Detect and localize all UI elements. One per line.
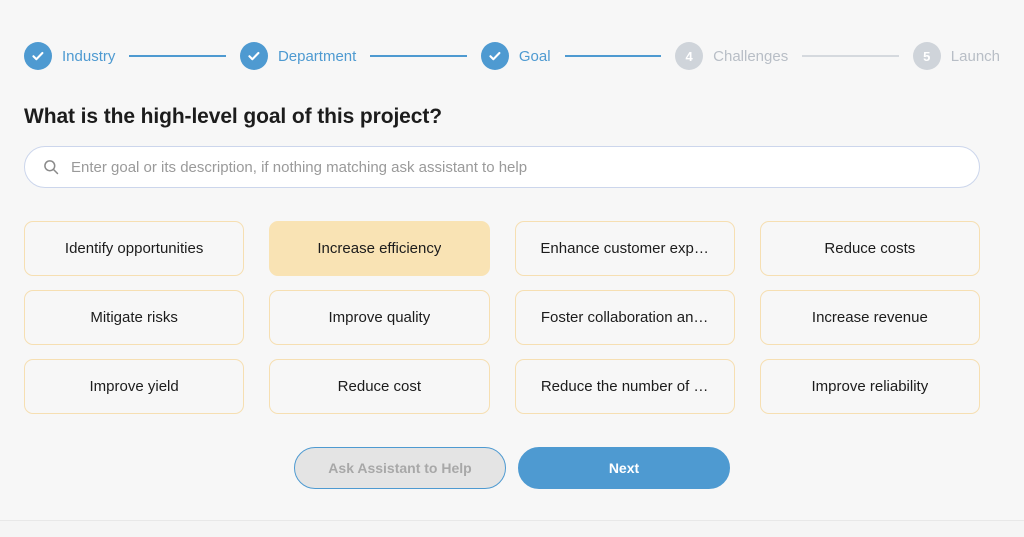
stepper-connector bbox=[129, 55, 226, 57]
goal-option-label: Reduce the number of … bbox=[540, 379, 709, 394]
goal-options-grid: Identify opportunities Increase efficienc… bbox=[24, 221, 980, 414]
goal-option-card[interactable]: Reduce costs bbox=[759, 221, 980, 276]
progress-stepper: Industry Department Goal 4 Challenges 5 Launch bbox=[24, 41, 1000, 71]
goal-selection-screen: Industry Department Goal 4 Challenges 5 Launch… bbox=[0, 0, 1024, 537]
stepper-step-goal[interactable]: Goal bbox=[480, 42, 551, 70]
goal-option-label: Improve reliability bbox=[811, 379, 929, 394]
goal-option-label: Reduce cost bbox=[337, 379, 422, 394]
goal-option-label: Increase efficiency bbox=[317, 241, 442, 256]
ask-assistant-button[interactable]: Ask Assistant to Help bbox=[294, 447, 506, 489]
action-bar: Ask Assistant to Help Next bbox=[0, 447, 1024, 489]
page-title: What is the high-level goal of this proj… bbox=[24, 105, 442, 128]
goal-option-label: Reduce costs bbox=[824, 241, 916, 256]
goal-option-label: Enhance customer exp… bbox=[540, 241, 709, 256]
goal-option-label: Improve yield bbox=[89, 379, 179, 394]
page-content: Industry Department Goal 4 Challenges 5 Launch… bbox=[0, 0, 1024, 521]
goal-option-label: Mitigate risks bbox=[90, 310, 178, 325]
stepper-step-department[interactable]: Department bbox=[239, 42, 357, 70]
goal-option-label: Foster collaboration an… bbox=[540, 310, 709, 325]
stepper-step-launch[interactable]: 5 Launch bbox=[912, 42, 1001, 70]
goal-option-card[interactable]: Identify opportunities bbox=[24, 221, 245, 276]
goal-option-label: Improve quality bbox=[328, 310, 431, 325]
goal-option-card[interactable]: Reduce cost bbox=[269, 359, 490, 414]
stepper-step-label: Goal bbox=[518, 47, 551, 65]
goal-option-card[interactable]: Mitigate risks bbox=[24, 290, 245, 345]
goal-option-card[interactable]: Reduce the number of … bbox=[514, 359, 735, 414]
check-icon bbox=[480, 42, 509, 70]
stepper-step-industry[interactable]: Industry bbox=[24, 42, 115, 70]
footer-strip bbox=[0, 521, 1024, 537]
goal-option-card[interactable]: Improve yield bbox=[24, 359, 245, 414]
goal-option-card[interactable]: Increase revenue bbox=[759, 290, 980, 345]
goal-option-card[interactable]: Foster collaboration an… bbox=[514, 290, 735, 345]
goal-option-card[interactable]: Increase efficiency bbox=[269, 221, 490, 276]
goal-search-box[interactable] bbox=[24, 146, 980, 188]
goal-option-label: Increase revenue bbox=[811, 310, 928, 325]
goal-option-card[interactable]: Enhance customer exp… bbox=[514, 221, 735, 276]
stepper-connector bbox=[802, 55, 899, 57]
goal-option-label: Identify opportunities bbox=[64, 241, 204, 256]
goal-option-card[interactable]: Improve quality bbox=[269, 290, 490, 345]
next-button[interactable]: Next bbox=[518, 447, 730, 489]
stepper-connector bbox=[564, 55, 662, 57]
stepper-step-challenges[interactable]: 4 Challenges bbox=[675, 42, 788, 70]
step-number: 5 bbox=[923, 48, 931, 64]
goal-search-input[interactable] bbox=[71, 147, 961, 187]
check-icon bbox=[239, 42, 268, 70]
step-number-badge: 5 bbox=[912, 42, 941, 70]
stepper-step-label: Department bbox=[277, 47, 357, 65]
step-number: 4 bbox=[685, 48, 693, 64]
goal-option-card[interactable]: Improve reliability bbox=[759, 359, 980, 414]
search-icon bbox=[43, 159, 59, 175]
check-icon bbox=[24, 42, 52, 70]
stepper-step-label: Challenges bbox=[713, 47, 789, 65]
stepper-step-label: Industry bbox=[62, 47, 116, 65]
stepper-step-label: Launch bbox=[950, 47, 1001, 65]
stepper-connector bbox=[370, 55, 467, 57]
step-number-badge: 4 bbox=[675, 42, 704, 70]
